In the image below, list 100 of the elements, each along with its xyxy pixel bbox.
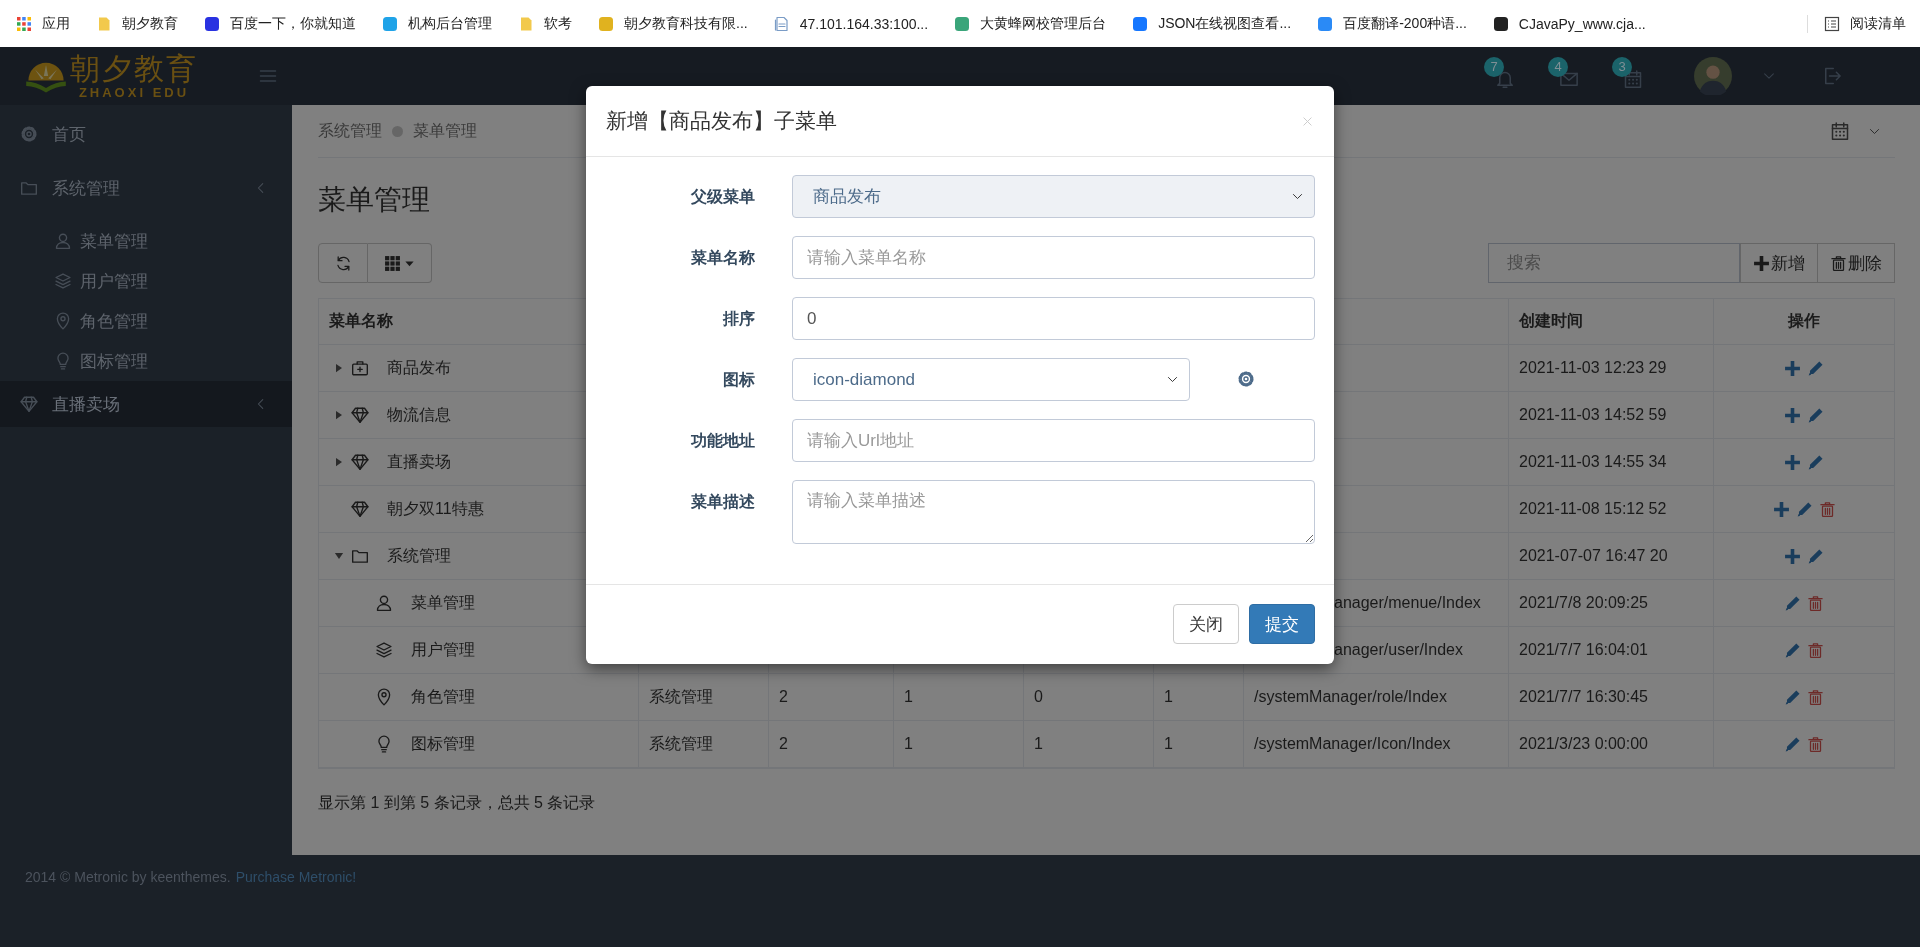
table-cell: 2 — [769, 674, 894, 721]
logo-subtitle: ZHAOXI EDU — [78, 85, 190, 99]
breadcrumb-link[interactable]: 系统管理 — [318, 120, 382, 142]
trash-icon[interactable] — [1807, 688, 1824, 706]
close-button[interactable]: 关闭 — [1173, 604, 1239, 644]
field-label: 图标 — [722, 370, 755, 390]
table-cell: 2021/7/7 16:30:45 — [1509, 674, 1714, 721]
user-icon — [375, 594, 393, 612]
folder-icon — [518, 15, 534, 32]
bookmark-link[interactable]: 机构后台管理 — [408, 14, 492, 33]
submit-button[interactable]: 提交 — [1249, 604, 1315, 644]
table-cell: 2021/3/23 0:00:00 — [1509, 721, 1714, 768]
page-icon — [773, 15, 790, 32]
table-cell: 2021/7/8 20:09:25 — [1509, 580, 1714, 627]
diamond-icon — [351, 406, 369, 424]
grid-icon — [384, 254, 401, 272]
plus-icon[interactable] — [1772, 500, 1790, 518]
menu-name: 菜单管理 — [411, 592, 475, 613]
pencil-icon[interactable] — [1784, 735, 1801, 753]
pencil-icon[interactable] — [1784, 594, 1801, 612]
pencil-icon[interactable] — [1795, 500, 1813, 518]
table-cell: /systemManager/Icon/Index — [1244, 721, 1509, 768]
sidebar-item[interactable]: 直播卖场 — [0, 381, 292, 427]
trash-icon[interactable] — [1807, 641, 1824, 659]
table-cell: 2021-11-03 14:55 34 — [1509, 439, 1714, 486]
column-header: 创建时间 — [1509, 299, 1714, 345]
bell-icon[interactable] — [1495, 69, 1515, 89]
input-field[interactable]: 请输入Url地址 — [792, 419, 1315, 462]
add-button[interactable]: 新增 — [1740, 243, 1818, 283]
breadcrumb-separator — [392, 125, 403, 137]
record-count: 显示第 1 到第 5 条记录，总共 5 条记录 — [318, 793, 596, 813]
menu-name: 朝夕双11特惠 — [387, 498, 484, 519]
bookmark-link[interactable]: 软考 — [544, 14, 572, 33]
input-field[interactable]: 0 — [792, 297, 1315, 340]
dialog-title: 新增【商品发布】子菜单 — [606, 108, 837, 134]
pencil-icon[interactable] — [1807, 406, 1824, 424]
trash-icon[interactable] — [1818, 500, 1836, 518]
bookmark-link[interactable]: 大黄蜂网校管理后台 — [980, 14, 1107, 33]
pencil-icon[interactable] — [1807, 359, 1824, 377]
pin-icon — [375, 688, 393, 706]
bookmark-link[interactable]: 47.101.164.33:100... — [799, 15, 929, 32]
gear-icon[interactable] — [1237, 370, 1255, 388]
table-cell: 2021-11-03 14:52 59 — [1509, 392, 1714, 439]
calendar-icon[interactable] — [1830, 121, 1850, 141]
pencil-icon[interactable] — [1784, 688, 1801, 706]
apps-icon — [16, 15, 32, 32]
page-title: 菜单管理 — [318, 183, 430, 217]
trash-icon[interactable] — [1807, 735, 1824, 753]
reading-list-link[interactable]: 阅读清单 — [1850, 14, 1906, 33]
plus-icon[interactable] — [1784, 359, 1801, 377]
folder-icon — [20, 179, 38, 197]
menu-name: 直播卖场 — [387, 451, 451, 472]
field-label: 功能地址 — [690, 431, 755, 451]
bookmark-link[interactable]: 应用 — [42, 14, 70, 33]
refresh-button[interactable] — [318, 243, 368, 283]
trash-icon[interactable] — [1807, 594, 1824, 612]
bookmark-link[interactable]: JSON在线视图查看... — [1158, 14, 1292, 33]
table-cell: 系统管理 — [639, 721, 769, 768]
lightbulb-icon — [54, 352, 72, 370]
field-label: 菜单名称 — [690, 248, 755, 268]
textarea-field[interactable]: 请输入菜单描述 — [792, 480, 1315, 544]
calendar-icon[interactable] — [1623, 69, 1643, 89]
bookmark-link[interactable]: 朝夕教育科技有限... — [624, 14, 748, 33]
list-icon — [1824, 15, 1840, 32]
count-badge: 7 — [1484, 57, 1504, 77]
pin-icon — [54, 312, 72, 330]
table-cell: 2021-11-08 15:12 52 — [1509, 486, 1714, 533]
table-cell: /systemManager/role/Index — [1244, 674, 1509, 721]
bookmark-link[interactable]: 百度一下，你就知道 — [230, 14, 356, 33]
table-cell: 2021/7/7 16:04:01 — [1509, 627, 1714, 674]
folder-icon — [351, 547, 369, 565]
delete-button[interactable]: 删除 — [1818, 243, 1895, 283]
columns-button[interactable] — [368, 243, 432, 283]
plus-icon[interactable] — [1784, 547, 1801, 565]
menu-name: 角色管理 — [411, 686, 475, 707]
field-label: 菜单描述 — [690, 492, 755, 512]
table-cell: 1 — [894, 721, 1024, 768]
plus-icon[interactable] — [1784, 453, 1801, 471]
table-cell: 系统管理 — [639, 674, 769, 721]
field-label: 排序 — [721, 309, 755, 329]
logo-name: 朝夕教育 — [70, 53, 198, 84]
table-cell: 1 — [894, 674, 1024, 721]
breadcrumb-link[interactable]: 菜单管理 — [413, 120, 477, 142]
table-cell: 1 — [1024, 721, 1154, 768]
layers-icon — [54, 272, 72, 290]
pencil-icon[interactable] — [1784, 641, 1801, 659]
layers-icon — [375, 641, 393, 659]
lightbulb-icon — [375, 735, 393, 753]
select-field[interactable]: icon-diamond — [792, 358, 1190, 401]
plus-icon[interactable] — [1784, 406, 1801, 424]
pencil-icon[interactable] — [1807, 453, 1824, 471]
bookmark-link[interactable]: 朝夕教育 — [122, 14, 178, 33]
pencil-icon[interactable] — [1807, 547, 1824, 565]
input-field[interactable]: 请输入菜单名称 — [792, 236, 1315, 279]
bookmark-link[interactable]: CJavaPy_www.cja... — [1518, 15, 1646, 32]
logout-icon[interactable] — [1822, 66, 1842, 86]
avatar[interactable] — [1694, 57, 1732, 95]
count-badge: 3 — [1612, 57, 1632, 77]
bookmark-link[interactable]: 百度翻译-200种语... — [1343, 14, 1467, 33]
close-icon[interactable] — [1301, 114, 1314, 128]
